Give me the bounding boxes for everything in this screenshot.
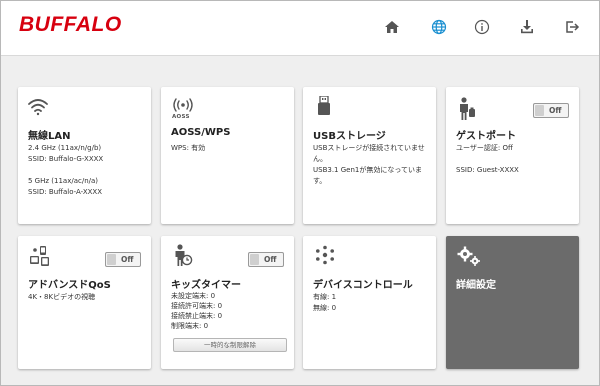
card-info: 有線: 1 無線: 0 bbox=[313, 292, 336, 314]
guest-person-icon bbox=[458, 97, 476, 125]
card-title: USBストレージ bbox=[313, 131, 386, 142]
card-advanced-settings[interactable]: 詳細設定 bbox=[446, 236, 579, 369]
guest-ssid: SSID: Guest-XXXX bbox=[456, 166, 519, 174]
logout-icon[interactable] bbox=[560, 15, 584, 39]
wireless-count: 無線: 0 bbox=[313, 304, 337, 312]
buffalo-logo: BUFFALO bbox=[19, 13, 122, 36]
wifi-icon bbox=[27, 98, 49, 120]
top-header: BUFFALO bbox=[1, 1, 599, 56]
card-title: ゲストポート bbox=[456, 131, 516, 142]
band-5-label: 5 GHz (11ax/ac/n/a) bbox=[28, 177, 99, 185]
card-title: AOSS/WPS bbox=[171, 127, 231, 138]
temporary-unlock-button[interactable]: 一時的な制限解除 bbox=[173, 338, 287, 352]
toggle-label: Off bbox=[264, 255, 277, 264]
card-advanced-qos[interactable]: Off アドバンスドQoS 4K・8Kビデオの視聴 bbox=[18, 236, 151, 369]
card-guest-port[interactable]: Off ゲストポート ユーザー認証: Off SSID: Guest-XXXX bbox=[446, 87, 579, 224]
aoss-icon-label: AOSS bbox=[172, 114, 190, 120]
wired-count: 有線: 1 bbox=[313, 293, 337, 301]
gears-icon bbox=[457, 245, 481, 271]
band-24-label: 2.4 GHz (11ax/n/g/b) bbox=[28, 144, 102, 152]
user-auth-status: ユーザー認証: Off bbox=[456, 144, 513, 152]
router-dashboard: BUFFALO 無線LAN 2.4 GHz (11ax/n/g/b) SSID:… bbox=[0, 0, 600, 386]
guest-port-toggle[interactable]: Off bbox=[533, 103, 569, 118]
home-icon[interactable] bbox=[380, 15, 404, 39]
qos-mode: 4K・8Kビデオの視聴 bbox=[28, 293, 96, 301]
ssid-24-label: SSID: Buffalo-G-XXXX bbox=[28, 155, 104, 163]
usb-gen-status: USB3.1 Gen1が無効になっています。 bbox=[313, 166, 422, 185]
card-title: デバイスコントロール bbox=[313, 280, 413, 291]
card-usb-storage[interactable]: USBストレージ USBストレージが接続されていません。 USB3.1 Gen1… bbox=[303, 87, 436, 224]
usb-status: USBストレージが接続されていません。 bbox=[313, 144, 425, 163]
qos-devices-icon bbox=[29, 245, 51, 271]
kids-timer-toggle[interactable]: Off bbox=[248, 252, 284, 267]
device-network-icon bbox=[315, 245, 335, 269]
card-wireless-lan[interactable]: 無線LAN 2.4 GHz (11ax/n/g/b) SSID: Buffalo… bbox=[18, 87, 151, 224]
card-kids-timer[interactable]: Off キッズタイマー 未設定端末: 0 接続許可端末: 0 接続禁止端末: 0… bbox=[161, 236, 294, 369]
card-title: 無線LAN bbox=[28, 131, 71, 142]
card-info: ユーザー認証: Off SSID: Guest-XXXX bbox=[456, 143, 519, 176]
info-icon[interactable] bbox=[470, 15, 494, 39]
toggle-label: Off bbox=[549, 106, 562, 115]
usb-drive-icon bbox=[317, 95, 331, 120]
card-device-control[interactable]: デバイスコントロール 有線: 1 無線: 0 bbox=[303, 236, 436, 369]
restricted-devices: 制限端末: 0 bbox=[171, 322, 209, 330]
toggle-knob bbox=[250, 254, 259, 265]
card-title: キッズタイマー bbox=[171, 280, 241, 291]
card-title: 詳細設定 bbox=[456, 280, 496, 291]
toggle-knob bbox=[535, 105, 544, 116]
unset-devices: 未設定端末: 0 bbox=[171, 292, 216, 300]
allowed-devices: 接続許可端末: 0 bbox=[171, 302, 223, 310]
download-icon[interactable] bbox=[515, 15, 539, 39]
wps-status: WPS: 有効 bbox=[171, 144, 206, 152]
ssid-5-label: SSID: Buffalo-A-XXXX bbox=[28, 188, 102, 196]
card-title: アドバンスドQoS bbox=[28, 280, 111, 291]
kids-timer-icon bbox=[173, 244, 193, 272]
blocked-devices: 接続禁止端末: 0 bbox=[171, 312, 223, 320]
globe-icon[interactable] bbox=[427, 15, 451, 39]
toggle-knob bbox=[107, 254, 116, 265]
card-info: 2.4 GHz (11ax/n/g/b) SSID: Buffalo-G-XXX… bbox=[28, 143, 103, 198]
aoss-icon: AOSS bbox=[170, 96, 196, 126]
qos-toggle[interactable]: Off bbox=[105, 252, 141, 267]
toggle-label: Off bbox=[121, 255, 134, 264]
card-aoss-wps[interactable]: AOSS AOSS/WPS WPS: 有効 bbox=[161, 87, 294, 224]
card-info: USBストレージが接続されていません。 USB3.1 Gen1が無効になっていま… bbox=[313, 143, 431, 187]
card-info: 未設定端末: 0 接続許可端末: 0 接続禁止端末: 0 制限端末: 0 bbox=[171, 291, 222, 331]
